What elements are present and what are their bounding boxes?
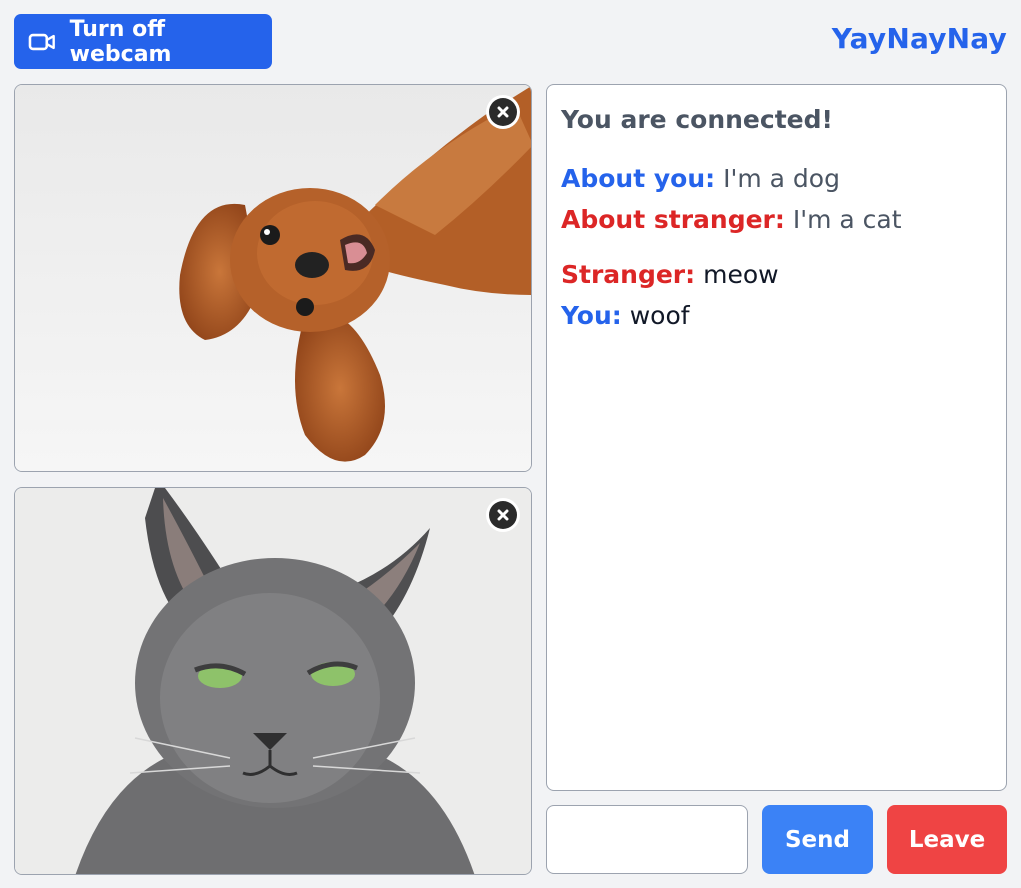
chat-message: You: woof [561, 295, 992, 336]
brand-logo: YayNayNay [831, 22, 1007, 55]
about-you-value: I'm a dog [723, 164, 840, 193]
about-stranger-line: About stranger: I'm a cat [561, 199, 992, 240]
app-root: Turn off webcam YayNayNay You are connec… [0, 0, 1021, 888]
about-stranger-value: I'm a cat [792, 205, 902, 234]
about-stranger-label: About stranger: [561, 205, 785, 234]
message-text: woof [629, 301, 690, 330]
toggle-webcam-label: Turn off webcam [69, 16, 172, 67]
leave-button[interactable]: Leave [887, 805, 1007, 874]
local-video [14, 84, 532, 472]
about-you-label: About you: [561, 164, 716, 193]
cat-video-frame [15, 488, 531, 874]
dog-video-frame [15, 85, 531, 471]
chat-message: Stranger: meow [561, 254, 992, 295]
toggle-webcam-button[interactable]: Turn off webcam [14, 14, 272, 69]
close-cat-video-button[interactable] [486, 498, 520, 532]
close-icon [489, 501, 517, 529]
send-button[interactable]: Send [762, 805, 873, 874]
connection-status: You are connected! [561, 105, 833, 134]
chat-panel: You are connected! About you: I'm a dog … [546, 84, 1007, 791]
close-dog-video-button[interactable] [486, 95, 520, 129]
close-icon [489, 98, 517, 126]
message-input[interactable] [546, 805, 748, 874]
about-you-line: About you: I'm a dog [561, 158, 992, 199]
message-text: meow [703, 260, 779, 289]
remote-video [14, 487, 532, 875]
video-camera-icon [28, 33, 55, 50]
message-sender: Stranger: [561, 260, 696, 289]
message-sender: You: [561, 301, 622, 330]
